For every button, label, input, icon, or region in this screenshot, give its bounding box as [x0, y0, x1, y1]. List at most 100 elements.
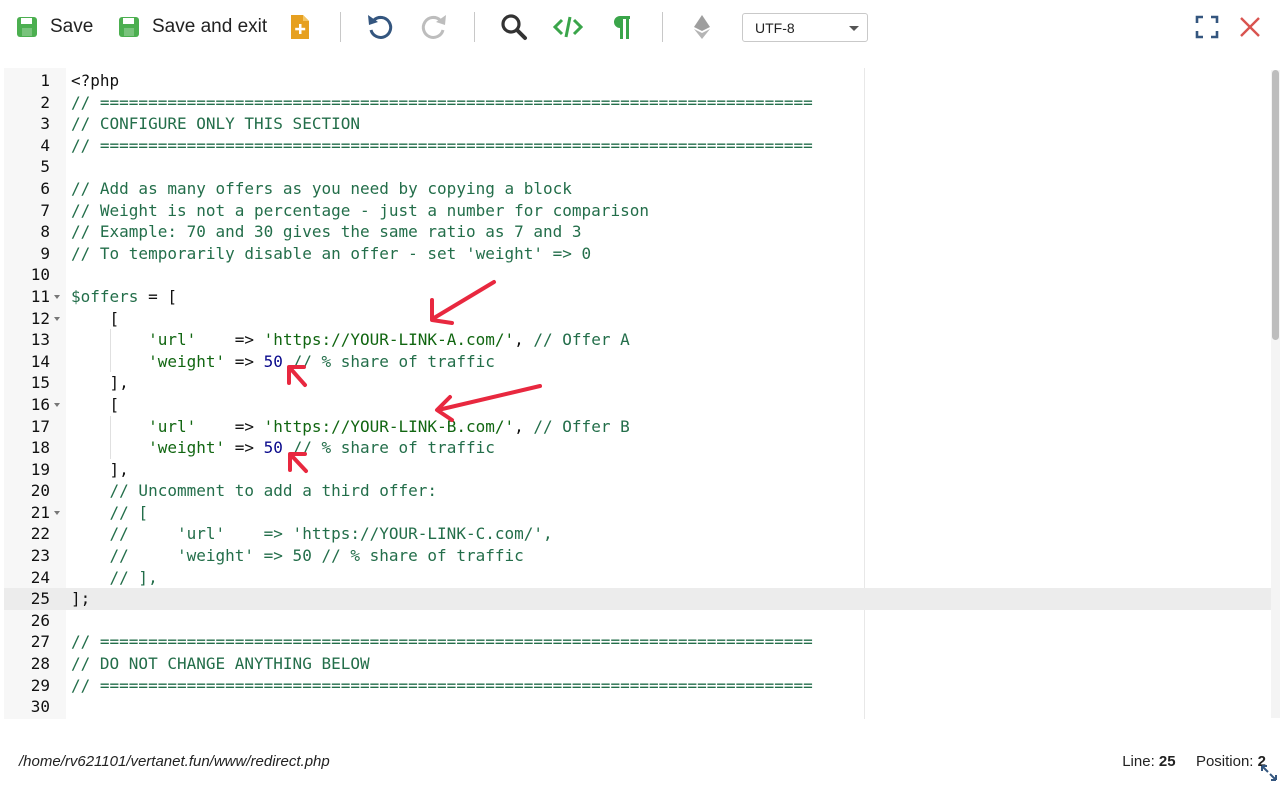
chevron-down-icon	[849, 26, 859, 31]
cursor-position: Line: 25 Position: 2	[1122, 753, 1266, 770]
code-line[interactable]: 17 'url' => 'https://YOUR-LINK-B.com/', …	[4, 415, 1272, 438]
save-button[interactable]: Save	[16, 9, 93, 45]
fold-toggle-icon[interactable]	[54, 294, 60, 299]
line-number: 14	[30, 351, 50, 371]
line-number: 9	[40, 243, 50, 263]
code-line[interactable]: 1 <?php	[4, 70, 1272, 92]
code-line[interactable]: 21 // [	[4, 502, 1272, 524]
line-number: 13	[30, 330, 50, 350]
toolbar: Save Save and exit UTF-8	[0, 0, 1280, 56]
code-text: // [	[109, 502, 149, 522]
code-view-button[interactable]	[550, 9, 586, 45]
fullscreen-icon	[1195, 15, 1219, 39]
encoding-value: UTF-8	[755, 19, 795, 36]
file-path: /home/rv621101/vertanet.fun/www/redirect…	[19, 753, 330, 770]
code-line[interactable]: 24 // ],	[4, 567, 1272, 589]
line-number: 22	[30, 524, 50, 544]
line-number: 10	[30, 265, 50, 285]
code-text: // DO NOT CHANGE ANYTHING BELOW	[71, 654, 370, 674]
code-line[interactable]: 25];	[4, 588, 1272, 610]
code-text: 'weight' => 50 // % share of traffic	[148, 438, 495, 458]
fullscreen-button[interactable]	[1189, 9, 1225, 45]
line-number: 3	[40, 114, 50, 134]
status-bar: /home/rv621101/vertanet.fun/www/redirect…	[0, 740, 1280, 784]
code-text: // Uncomment to add a third offer:	[109, 481, 438, 501]
encoding-select[interactable]: UTF-8	[742, 13, 868, 42]
fold-toggle-icon[interactable]	[54, 510, 60, 515]
code-text: <?php	[71, 71, 120, 90]
code-editor[interactable]: 1 <?php 2 // ==============================…	[4, 68, 1280, 719]
code-line[interactable]: 5	[4, 156, 1272, 178]
scrollbar-thumb[interactable]	[1272, 70, 1279, 340]
code-line[interactable]: 12 [	[4, 308, 1272, 330]
code-text: // 'weight' => 50 // % share of traffic	[109, 546, 524, 566]
code-line[interactable]: 23 // 'weight' => 50 // % share of traff…	[4, 545, 1272, 567]
code-text: 'url' => 'https://YOUR-LINK-B.com/', // …	[148, 416, 630, 436]
code-line[interactable]: 29 // ===================================…	[4, 675, 1272, 697]
code-line[interactable]: 16 [	[4, 394, 1272, 416]
resize-handle-icon[interactable]	[1260, 764, 1278, 782]
ethereum-icon	[694, 15, 710, 39]
new-file-button[interactable]	[282, 9, 318, 45]
line-number: 27	[30, 632, 50, 652]
line-value: 25	[1158, 753, 1176, 770]
close-button[interactable]	[1232, 9, 1268, 45]
line-number: 1	[40, 71, 50, 90]
close-icon	[1240, 17, 1260, 37]
toolbar-divider	[340, 12, 341, 42]
code-line[interactable]: 15 ],	[4, 372, 1272, 394]
line-number: 30	[30, 697, 50, 717]
line-number: 21	[30, 502, 50, 522]
code-text: [	[71, 394, 120, 414]
line-number: 26	[30, 610, 50, 630]
line-number: 16	[30, 394, 50, 414]
undo-button[interactable]	[362, 9, 398, 45]
code-line[interactable]: 26	[4, 610, 1272, 632]
code-text: $offers = [	[71, 286, 177, 306]
code-line[interactable]: 14 'weight' => 50 // % share of traffic	[4, 350, 1272, 373]
code-line[interactable]: 18 'weight' => 50 // % share of traffic	[4, 437, 1272, 459]
code-text: ],	[71, 373, 129, 393]
code-line[interactable]: 2 // ====================================…	[4, 92, 1272, 114]
line-number: 17	[30, 416, 50, 436]
code-line[interactable]: 22 // 'url' => 'https://YOUR-LINK-C.com/…	[4, 523, 1272, 545]
code-line[interactable]: 27 // ===================================…	[4, 631, 1272, 653]
save-exit-icon	[119, 17, 139, 37]
save-and-exit-button[interactable]: Save and exit	[118, 9, 267, 45]
code-line[interactable]: 11 $offers = [	[4, 286, 1272, 308]
redo-button[interactable]	[416, 9, 452, 45]
save-icon	[17, 17, 37, 37]
line-label: Line:	[1122, 753, 1155, 770]
undo-icon	[368, 15, 393, 39]
fold-toggle-icon[interactable]	[54, 402, 60, 407]
line-number: 12	[30, 308, 50, 328]
code-line[interactable]: 10	[4, 264, 1272, 286]
fold-toggle-icon[interactable]	[54, 316, 60, 321]
code-line[interactable]: 13 'url' => 'https://YOUR-LINK-A.com/', …	[4, 329, 1272, 351]
show-invisibles-button[interactable]	[604, 9, 640, 45]
search-icon	[501, 14, 527, 40]
code-line[interactable]: 28 // DO NOT CHANGE ANYTHING BELOW	[4, 653, 1272, 675]
save-label: Save	[50, 16, 94, 37]
code-line[interactable]: 7 // Weight is not a percentage - just a …	[4, 200, 1272, 222]
code-text: 'weight' => 50 // % share of traffic	[148, 351, 495, 371]
code-line[interactable]: 4 // ====================================…	[4, 135, 1272, 157]
code-line[interactable]: 19 ],	[4, 459, 1272, 481]
code-line[interactable]: 30	[4, 696, 1272, 718]
line-number: 7	[40, 200, 50, 220]
code-line[interactable]: 20 // Uncomment to add a third offer:	[4, 480, 1272, 502]
code-text: // ],	[109, 567, 158, 587]
ethereum-button[interactable]	[684, 9, 720, 45]
code-line[interactable]: 6 // Add as many offers as you need by co…	[4, 178, 1272, 200]
code-line[interactable]: 3 // CONFIGURE ONLY THIS SECTION	[4, 113, 1272, 135]
code-text: // =====================================…	[71, 632, 813, 652]
code-text: // Example: 70 and 30 gives the same rat…	[71, 222, 582, 242]
search-button[interactable]	[496, 9, 532, 45]
line-number: 18	[30, 438, 50, 458]
line-number: 24	[30, 567, 50, 587]
code-lines[interactable]: 1 <?php 2 // ==============================…	[4, 70, 1272, 718]
code-text: ];	[71, 589, 91, 609]
save-and-exit-label: Save and exit	[152, 16, 268, 37]
code-line[interactable]: 8 // Example: 70 and 30 gives the same ra…	[4, 221, 1272, 243]
code-line[interactable]: 9 // To temporarily disable an offer - se…	[4, 243, 1272, 265]
